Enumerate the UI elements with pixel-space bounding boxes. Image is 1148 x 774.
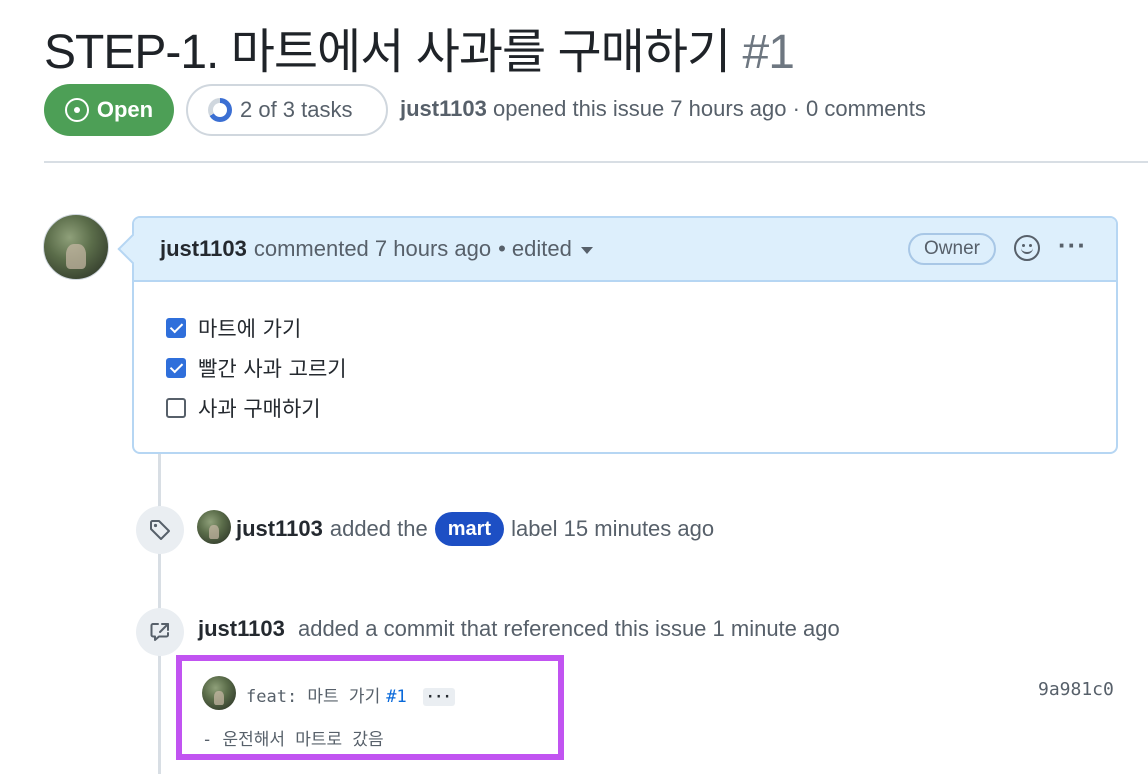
commit-message-link[interactable]: feat: 마트 가기: [246, 687, 380, 707]
commit-body: - 운전해서 마트로 갔음: [202, 730, 384, 750]
task-label: 빨간 사과 고르기: [198, 357, 347, 381]
event-text: added a commit that referenced this issu…: [297, 616, 840, 641]
issue-meta: just1103 opened this issue 7 hours ago ·…: [400, 96, 926, 122]
task-list: 마트에 가기 빨간 사과 고르기 사과 구매하기: [134, 282, 1116, 428]
smiley-icon[interactable]: [1014, 235, 1040, 261]
event-text-after: label 15 minutes ago: [511, 516, 715, 541]
issue-title-text: STEP-1. 마트에서 사과를 구매하기: [44, 26, 731, 79]
issue-number: #1: [742, 26, 795, 79]
header-divider: [44, 161, 1148, 163]
task-checkbox[interactable]: [166, 398, 186, 418]
tasks-progress-pill[interactable]: 2 of 3 tasks: [186, 84, 388, 136]
commit-highlight-box: feat: 마트 가기 #1 ··· - 운전해서 마트로 갔음: [176, 655, 564, 760]
label-event: just1103 added the mart label 15 minutes…: [236, 512, 714, 546]
task-list-item: 빨간 사과 고르기: [166, 348, 1116, 388]
issue-opened-icon: [64, 98, 89, 122]
commit-sha-link[interactable]: 9a981c0: [1038, 679, 1114, 700]
event-author-avatar[interactable]: [197, 510, 231, 544]
task-checkbox[interactable]: [166, 358, 186, 378]
issue-comment: just1103 commented 7 hours ago • edited …: [132, 216, 1118, 454]
commit-issue-ref-link[interactable]: #1: [386, 687, 406, 707]
commit-author-avatar[interactable]: [202, 676, 236, 710]
task-list-item: 사과 구매하기: [166, 388, 1116, 428]
chevron-down-icon: [580, 246, 593, 254]
issue-meta-text: opened this issue 7 hours ago · 0 commen…: [492, 96, 926, 121]
kebab-horizontal-icon[interactable]: ···: [1058, 230, 1087, 261]
issue-state-label: Open: [96, 97, 154, 122]
commit-expand-button[interactable]: ···: [422, 688, 455, 706]
progress-ring-icon: [208, 98, 232, 122]
issue-state-badge: Open: [44, 84, 174, 136]
event-author-link[interactable]: just1103: [236, 516, 323, 542]
tag-icon: [136, 506, 184, 554]
issue-title: STEP-1. 마트에서 사과를 구매하기 #1: [44, 12, 795, 82]
tasks-summary: 2 of 3 tasks: [240, 97, 353, 122]
owner-badge: Owner: [908, 233, 996, 265]
task-label: 사과 구매하기: [198, 397, 321, 421]
commit-message: feat: 마트 가기 #1 ···: [246, 682, 455, 707]
comment-author-link[interactable]: just1103: [160, 236, 247, 262]
comment-header: just1103 commented 7 hours ago • edited …: [134, 218, 1116, 282]
comment-author-avatar[interactable]: [43, 214, 109, 280]
event-text: added the: [329, 516, 428, 541]
task-checkbox[interactable]: [166, 318, 186, 338]
task-list-item: 마트에 가기: [166, 308, 1116, 348]
edited-dropdown[interactable]: • edited: [498, 236, 593, 262]
task-label: 마트에 가기: [198, 317, 302, 341]
cross-reference-icon: [136, 608, 184, 656]
comment-timestamp[interactable]: commented 7 hours ago: [254, 236, 491, 262]
issue-author-link[interactable]: just1103: [400, 96, 487, 121]
edited-label: • edited: [498, 236, 572, 261]
label-mart[interactable]: mart: [434, 512, 505, 546]
event-author-link[interactable]: just1103: [198, 616, 285, 641]
commit-reference-event: just1103 added a commit that referenced …: [198, 616, 840, 642]
